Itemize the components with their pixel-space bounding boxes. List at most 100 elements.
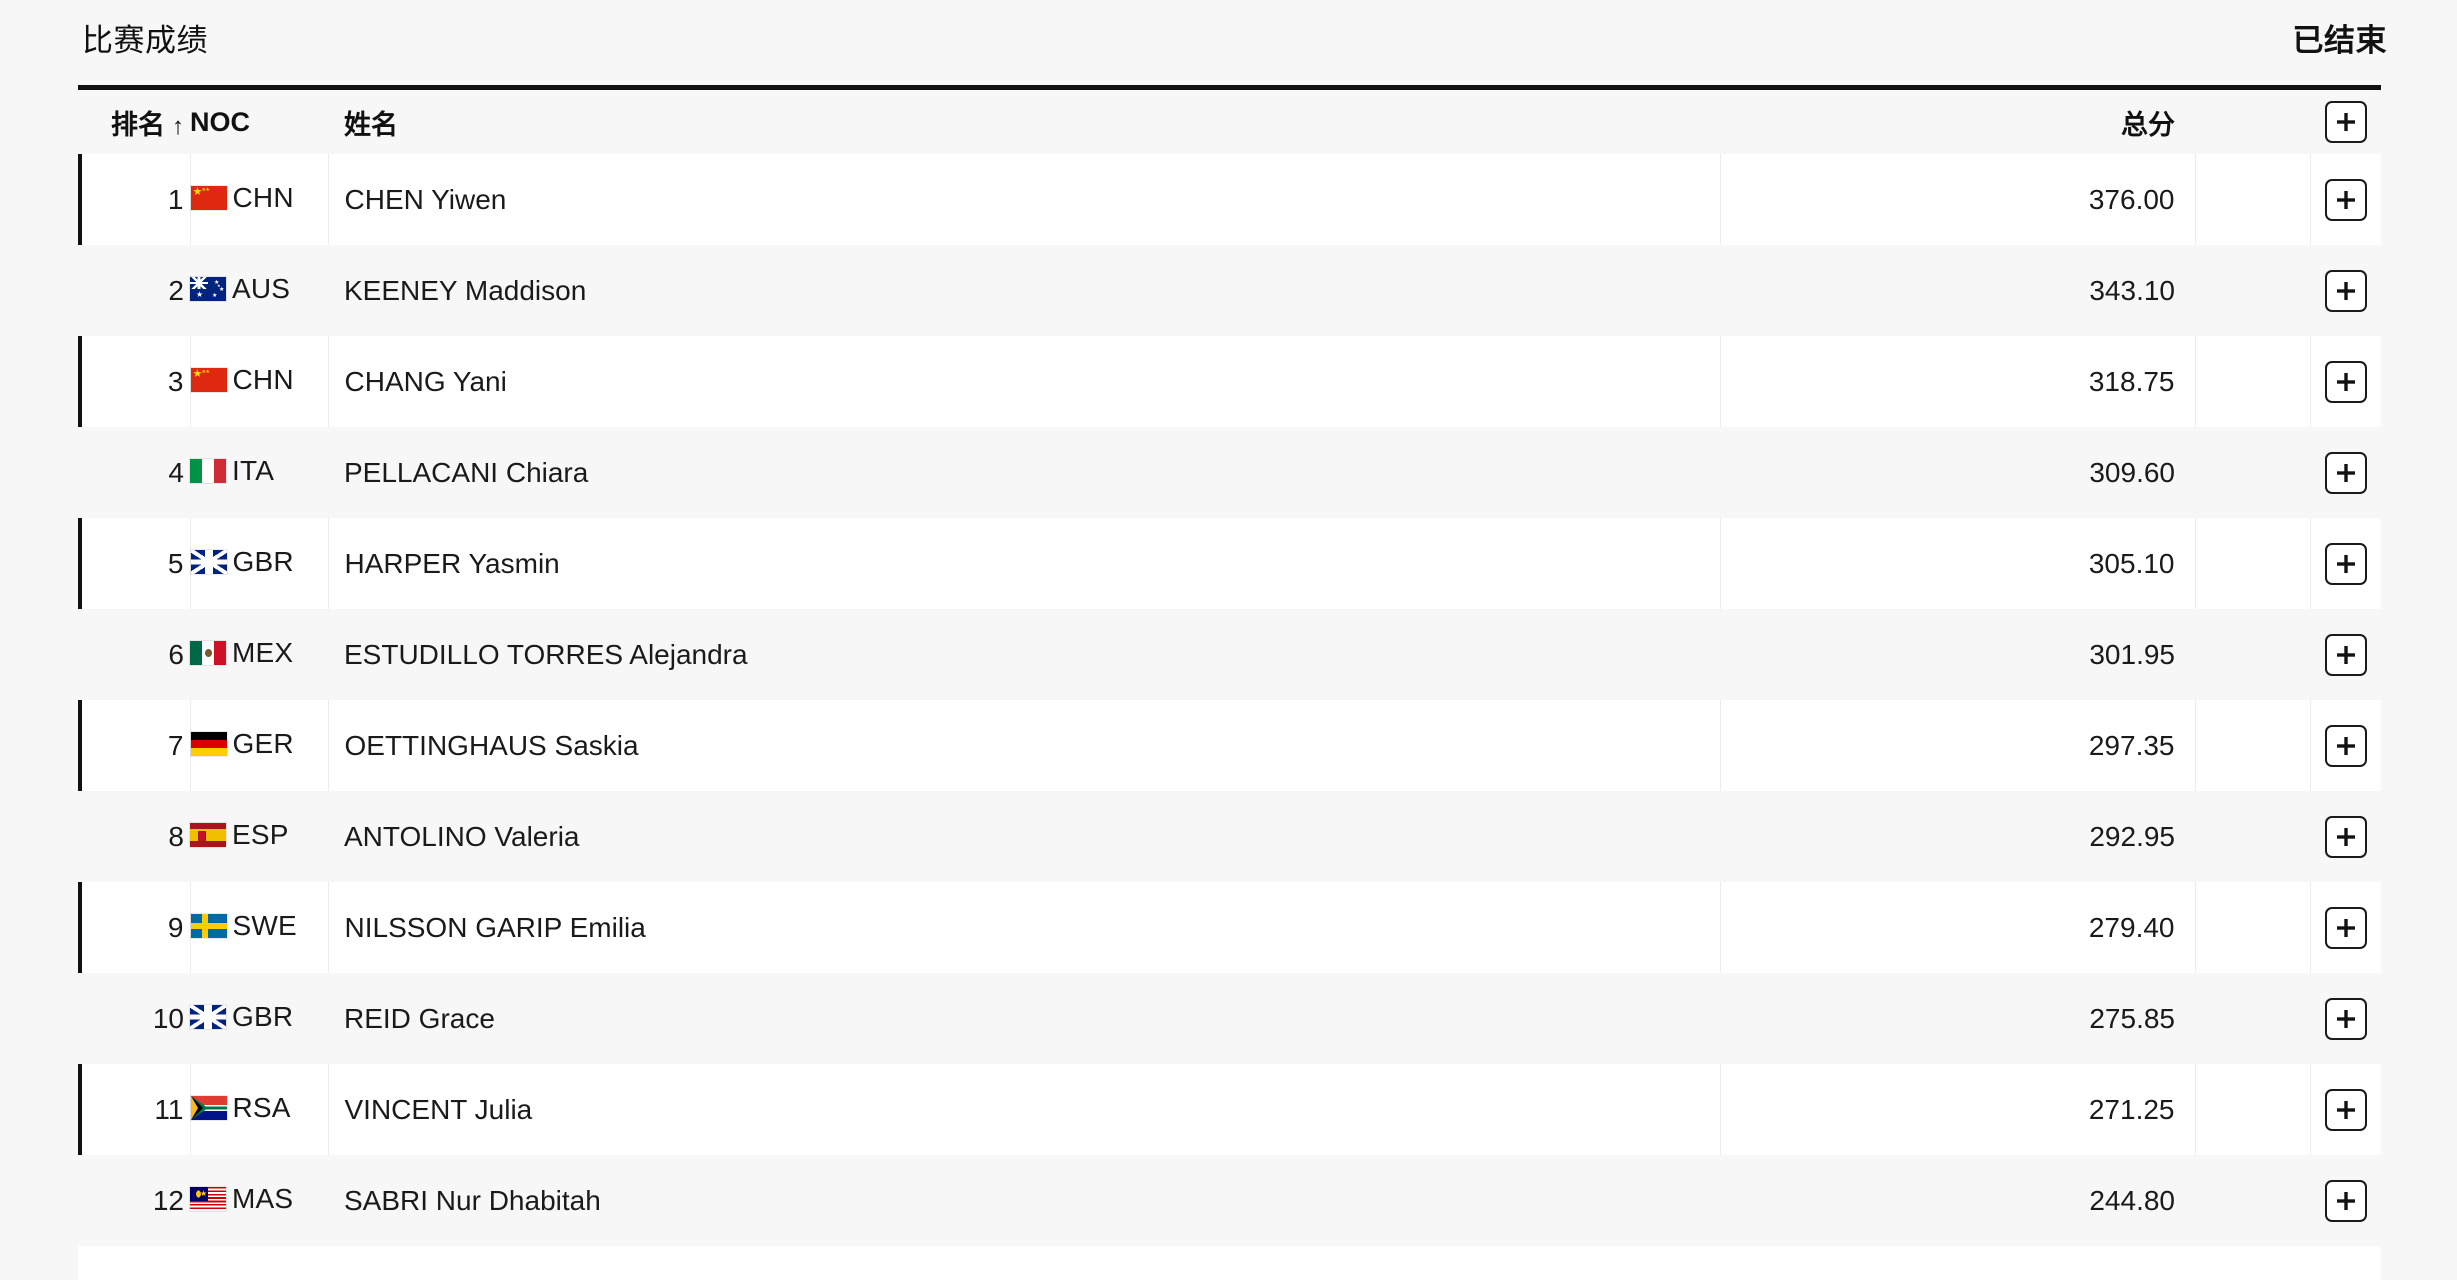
table-row[interactable]: 3 CHN CHANG Yani 318.75 bbox=[78, 336, 2381, 427]
cell-rank: 6 bbox=[168, 638, 184, 670]
cell-pad bbox=[2195, 609, 2310, 700]
flag-icon-ger bbox=[190, 732, 227, 756]
table-row[interactable]: 11 RSA VINCENT Julia 271.25 bbox=[78, 1064, 2381, 1155]
table-row[interactable]: 10 GBR REID Grace 275.85 bbox=[78, 973, 2381, 1064]
flag-icon-mas: ★ bbox=[190, 1187, 226, 1211]
noc-code: GBR bbox=[232, 546, 294, 577]
column-header-name[interactable]: 姓名 bbox=[328, 90, 1720, 154]
table-row[interactable]: 7 GER OETTINGHAUS Saskia 297.35 bbox=[78, 700, 2381, 791]
expand-all-button[interactable] bbox=[2324, 101, 2367, 143]
flag-icon-ita bbox=[190, 459, 226, 483]
cell-rank: 5 bbox=[78, 518, 190, 609]
table-header-row: 排名 ↑ NOC 姓名 总分 bbox=[78, 90, 2381, 154]
cell-expand bbox=[2309, 882, 2381, 973]
cell-spacer bbox=[1720, 609, 1960, 700]
expand-row-button[interactable] bbox=[2324, 1179, 2367, 1222]
expand-row-button[interactable] bbox=[2324, 451, 2367, 494]
status-badge: 已结束 bbox=[2292, 22, 2387, 58]
plus-icon bbox=[2335, 280, 2357, 302]
expand-row-button[interactable] bbox=[2324, 724, 2367, 767]
column-header-total[interactable]: 总分 bbox=[1960, 90, 2195, 154]
cell-athlete-name: REID Grace bbox=[344, 1002, 495, 1034]
table-row[interactable]: 9 SWE NILSSON GARIP Emilia 279.40 bbox=[78, 882, 2381, 973]
cell-total-score: 275.85 bbox=[2089, 1002, 2175, 1034]
cell-expand bbox=[2309, 154, 2381, 245]
cell-noc: GBR bbox=[190, 973, 328, 1064]
noc-code: MEX bbox=[232, 637, 294, 668]
cell-spacer bbox=[1720, 427, 1960, 518]
noc-code: AUS bbox=[232, 273, 291, 304]
cell-spacer bbox=[1720, 973, 1960, 1064]
plus-icon bbox=[2335, 462, 2357, 484]
column-header-pad bbox=[2195, 90, 2310, 154]
expand-row-button[interactable] bbox=[2324, 997, 2367, 1040]
table-row[interactable]: 4 ITA PELLACANI Chiara 309.60 bbox=[78, 427, 2381, 518]
column-header-noc[interactable]: NOC bbox=[190, 90, 328, 154]
cell-noc: ★ ★ ★ ★ ★ AUS bbox=[190, 245, 328, 336]
cell-noc: ★ MAS bbox=[190, 1155, 328, 1246]
results-table: 排名 ↑ NOC 姓名 总分 1 ★ ★ ★ CHN CHEN Yiwen 37… bbox=[78, 90, 2381, 1246]
expand-row-button[interactable] bbox=[2324, 906, 2367, 949]
cell-noc: CHN bbox=[189, 154, 328, 245]
plus-icon bbox=[2335, 189, 2357, 211]
table-row[interactable]: 1 CHN CHEN Yiwen 376.00 bbox=[78, 154, 2381, 245]
cell-athlete-name: CHEN Yiwen bbox=[327, 154, 1720, 245]
cell-rank: 12 bbox=[152, 1184, 184, 1216]
cell-expand bbox=[2309, 336, 2381, 427]
noc-code: GER bbox=[232, 728, 294, 759]
expand-row-button[interactable] bbox=[2324, 178, 2367, 221]
expand-row-button[interactable] bbox=[2324, 269, 2367, 312]
panel-header: 比赛成绩 已结束 bbox=[0, 0, 2457, 80]
cell-athlete-name: NILSSON GARIP Emilia bbox=[327, 882, 1720, 973]
cell-athlete-name: PELLACANI Chiara bbox=[344, 456, 589, 488]
column-header-spacer bbox=[1720, 90, 1960, 154]
noc-code: CHN bbox=[232, 364, 294, 395]
cell-noc: RSA bbox=[189, 1064, 328, 1155]
cell-total-score: 318.75 bbox=[2088, 365, 2175, 397]
cell-pad bbox=[2194, 882, 2310, 973]
results-table-container: 排名 ↑ NOC 姓名 总分 1 ★ ★ ★ CHN CHEN Yiwen 37… bbox=[78, 85, 2381, 1280]
cell-athlete-name: KEENEY Maddison bbox=[344, 274, 587, 306]
expand-row-button[interactable] bbox=[2324, 1088, 2367, 1131]
sort-ascending-icon: ↑ bbox=[172, 112, 184, 140]
flag-icon-gbr bbox=[190, 1005, 226, 1029]
cell-total-score: 301.95 bbox=[2089, 638, 2175, 670]
cell-athlete-name: VINCENT Julia bbox=[327, 1064, 1720, 1155]
expand-row-button[interactable] bbox=[2324, 360, 2367, 403]
noc-code: ESP bbox=[232, 819, 289, 850]
flag-icon-gbr bbox=[190, 550, 227, 574]
cell-expand bbox=[2309, 700, 2381, 791]
cell-rank: 7 bbox=[78, 700, 190, 791]
cell-noc: ITA bbox=[190, 427, 328, 518]
expand-row-button[interactable] bbox=[2324, 542, 2367, 585]
expand-row-button[interactable] bbox=[2324, 633, 2367, 676]
table-row[interactable]: 12 ★ MAS SABRI Nur Dhabitah 244.80 bbox=[78, 1155, 2381, 1246]
cell-pad bbox=[2194, 336, 2310, 427]
cell-expand bbox=[2310, 1155, 2381, 1246]
expand-row-button[interactable] bbox=[2324, 815, 2367, 858]
table-row[interactable]: 8 ESP ANTOLINO Valeria 292.95 bbox=[78, 791, 2381, 882]
cell-pad bbox=[2195, 791, 2310, 882]
cell-spacer bbox=[1719, 882, 1960, 973]
cell-expand bbox=[2310, 245, 2381, 336]
cell-athlete-name: ESTUDILLO TORRES Alejandra bbox=[344, 638, 748, 670]
cell-expand bbox=[2310, 609, 2381, 700]
cell-athlete-name: OETTINGHAUS Saskia bbox=[327, 700, 1720, 791]
table-row[interactable]: 6 MEX ESTUDILLO TORRES Alejandra 301.95 bbox=[78, 609, 2381, 700]
cell-rank: 8 bbox=[168, 820, 184, 852]
table-row[interactable]: 2 ★ ★ ★ ★ ★ AUS KEENEY Maddison 343.10 bbox=[78, 245, 2381, 336]
cell-noc: GBR bbox=[189, 518, 328, 609]
cell-pad bbox=[2195, 427, 2310, 518]
cell-total-score: 343.10 bbox=[2089, 274, 2175, 306]
plus-icon bbox=[2335, 1190, 2357, 1212]
table-row[interactable]: 5 GBR HARPER Yasmin 305.10 bbox=[78, 518, 2381, 609]
cell-pad bbox=[2194, 518, 2310, 609]
cell-expand bbox=[2309, 518, 2381, 609]
cell-pad bbox=[2194, 154, 2310, 245]
cell-spacer bbox=[1719, 700, 1960, 791]
cell-expand bbox=[2310, 791, 2381, 882]
table-header: 排名 ↑ NOC 姓名 总分 bbox=[78, 90, 2381, 154]
cell-noc: MEX bbox=[190, 609, 328, 700]
noc-code: CHN bbox=[232, 182, 294, 213]
column-header-rank[interactable]: 排名 ↑ bbox=[78, 90, 190, 154]
